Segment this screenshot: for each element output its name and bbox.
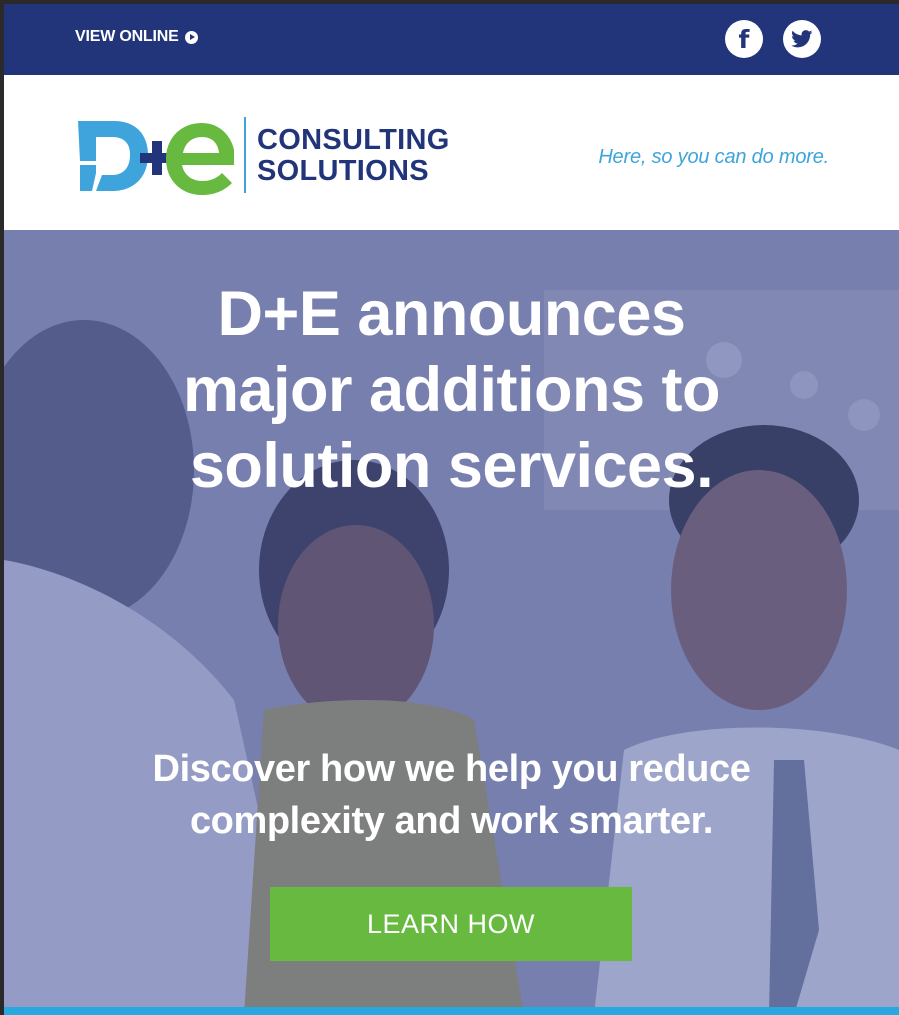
top-bar: VIEW ONLINE f [4, 4, 899, 75]
tagline: Here, so you can do more. [598, 146, 829, 168]
twitter-icon[interactable] [783, 20, 821, 58]
subhead-line-1: Discover how we help you reduce [152, 748, 751, 790]
twitter-bird-glyph [791, 30, 813, 48]
logo-divider [244, 117, 246, 193]
view-online-label: VIEW ONLINE [75, 28, 179, 45]
headline-line-2: major additions to [182, 355, 721, 425]
headline-line-1: D+E announces [217, 279, 686, 349]
hero-headline: D+E announces major additions to solutio… [4, 276, 899, 504]
d-plus-e-logo[interactable] [76, 113, 234, 197]
logo-wordmark: CONSULTING SOLUTIONS [257, 125, 450, 187]
bottom-accent-strip [4, 1007, 899, 1015]
brand-header: CONSULTING SOLUTIONS Here, so you can do… [4, 75, 899, 230]
learn-how-button[interactable]: LEARN HOW [270, 887, 632, 961]
email-frame: VIEW ONLINE f CONSULTING SOLUTIONS Here,… [4, 4, 899, 1015]
hero-banner: D+E announces major additions to solutio… [4, 230, 899, 1015]
headline-line-3: solution services. [189, 431, 714, 501]
hero-subhead: Discover how we help you reduce complexi… [4, 743, 899, 847]
logo-line-consulting: CONSULTING [257, 124, 450, 156]
play-circle-icon [184, 30, 198, 44]
view-online-link[interactable]: VIEW ONLINE [75, 28, 198, 46]
logo-line-solutions: SOLUTIONS [257, 155, 429, 187]
subhead-line-2: complexity and work smarter. [189, 800, 714, 842]
facebook-icon[interactable]: f [725, 20, 763, 58]
